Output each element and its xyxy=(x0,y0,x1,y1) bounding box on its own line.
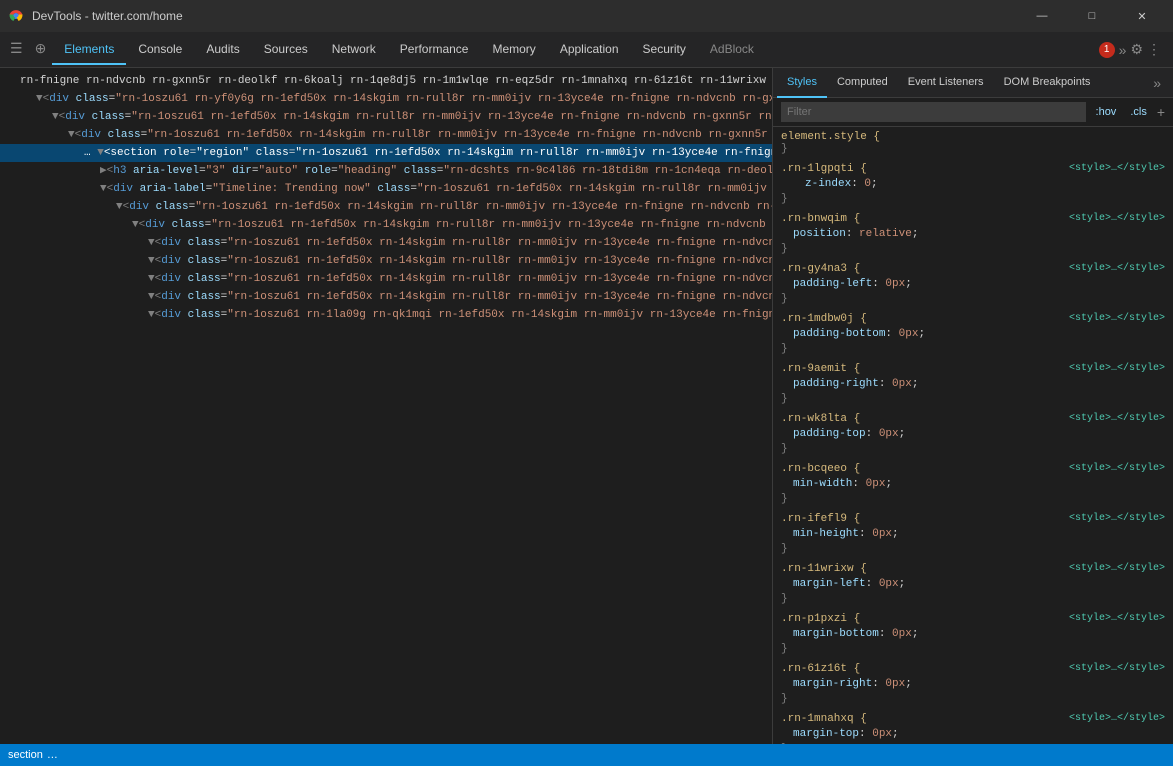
css-rule: .rn-1mnahxq { <style>…</style> margin-to… xyxy=(781,713,1165,744)
dom-line[interactable]: ▼<div class="rn-1oszu61 rn-1efd50x rn-14… xyxy=(0,288,772,306)
devtools-tab-bar: ☰ ⊕ Elements Console Audits Sources Netw… xyxy=(0,32,1173,68)
filter-plus-button[interactable]: + xyxy=(1157,104,1165,120)
tab-security[interactable]: Security xyxy=(631,35,698,65)
styles-content[interactable]: element.style { } .rn-1lgpqti { <style>…… xyxy=(773,127,1173,744)
dom-line[interactable]: ▼<div class="rn-1oszu61 rn-yf0y6g rn-1ef… xyxy=(0,90,772,108)
more-styles-tabs[interactable]: » xyxy=(1145,75,1169,91)
css-rule: .rn-61z16t { <style>…</style> margin-rig… xyxy=(781,663,1165,705)
tab-sources[interactable]: Sources xyxy=(252,35,320,65)
filter-cls-button[interactable]: .cls xyxy=(1126,104,1151,120)
tab-mobile-toggle[interactable]: ☰ xyxy=(4,35,29,65)
window-controls: — □ ✕ xyxy=(1019,0,1165,32)
css-rule: .rn-bnwqim { <style>…</style> position: … xyxy=(781,213,1165,255)
maximize-button[interactable]: □ xyxy=(1069,0,1115,32)
css-rule-element-style: element.style { } xyxy=(781,131,1165,155)
css-rule: .rn-ifefl9 { <style>…</style> min-height… xyxy=(781,513,1165,555)
styles-panel: Styles Computed Event Listeners DOM Brea… xyxy=(773,68,1173,744)
css-rule: .rn-1mdbw0j { <style>…</style> padding-b… xyxy=(781,313,1165,355)
dom-line[interactable]: ▼<div class="rn-1oszu61 rn-1efd50x rn-14… xyxy=(0,198,772,216)
status-bar: section … xyxy=(0,744,1173,766)
filter-bar: :hov .cls + xyxy=(773,98,1173,127)
title-bar: DevTools - twitter.com/home — □ ✕ xyxy=(0,0,1173,32)
dom-line[interactable]: rn-fnigne rn-ndvcnb rn-gxnn5r rn-deolkf … xyxy=(0,72,772,90)
dom-line[interactable]: ▼<div class="rn-1oszu61 rn-1efd50x rn-14… xyxy=(0,252,772,270)
window-title: DevTools - twitter.com/home xyxy=(32,9,183,23)
tab-inspect[interactable]: ⊕ xyxy=(29,35,53,65)
settings-icon[interactable]: ⚙ xyxy=(1130,41,1143,58)
tab-console[interactable]: Console xyxy=(126,35,194,65)
tab-event-listeners[interactable]: Event Listeners xyxy=(898,68,994,98)
css-rule: .rn-bcqeeo { <style>…</style> min-width:… xyxy=(781,463,1165,505)
tab-network[interactable]: Network xyxy=(320,35,388,65)
css-rule: .rn-9aemit { <style>…</style> padding-ri… xyxy=(781,363,1165,405)
css-rule: .rn-1lgpqti { <style>…</style> z-index: … xyxy=(781,163,1165,205)
css-rule: .rn-11wrixw { <style>…</style> margin-le… xyxy=(781,563,1165,605)
minimize-button[interactable]: — xyxy=(1019,0,1065,32)
tab-dom-breakpoints[interactable]: DOM Breakpoints xyxy=(994,68,1101,98)
dom-line[interactable]: ▼<div class="rn-1oszu61 rn-1efd50x rn-14… xyxy=(0,216,772,234)
status-breadcrumb-ellipsis: … xyxy=(47,749,58,761)
status-breadcrumb-section[interactable]: section xyxy=(8,749,43,761)
close-button[interactable]: ✕ xyxy=(1119,0,1165,32)
tab-elements[interactable]: Elements xyxy=(52,35,126,65)
dom-line-selected[interactable]: … ▼<section role="region" class="rn-1osz… xyxy=(0,144,772,162)
tab-application[interactable]: Application xyxy=(548,35,631,65)
tab-audits[interactable]: Audits xyxy=(194,35,251,65)
filter-hov-button[interactable]: :hov xyxy=(1092,104,1121,120)
css-rule: .rn-p1pxzi { <style>…</style> margin-bot… xyxy=(781,613,1165,655)
tab-memory[interactable]: Memory xyxy=(480,35,547,65)
more-options-icon[interactable]: ⋮ xyxy=(1147,41,1161,58)
status-bar-items: section … xyxy=(8,749,58,761)
dom-line[interactable]: ▼<div aria-label="Timeline: Trending now… xyxy=(0,180,772,198)
dom-line[interactable]: ▼<div class="rn-1oszu61 rn-1efd50x rn-14… xyxy=(0,108,772,126)
dom-line[interactable]: ▼<div class="rn-1oszu61 rn-1efd50x rn-14… xyxy=(0,234,772,252)
dom-line[interactable]: ▼<div class="rn-1oszu61 rn-1la09g rn-qk1… xyxy=(0,306,772,324)
css-rule: .rn-gy4na3 { <style>…</style> padding-le… xyxy=(781,263,1165,305)
title-bar-left: DevTools - twitter.com/home xyxy=(8,8,183,24)
dom-line[interactable]: ▼<div class="rn-1oszu61 rn-1efd50x rn-14… xyxy=(0,270,772,288)
tab-performance[interactable]: Performance xyxy=(388,35,481,65)
main-content: rn-fnigne rn-ndvcnb rn-gxnn5r rn-deolkf … xyxy=(0,68,1173,744)
error-badge: 1 xyxy=(1099,42,1115,58)
css-rule: .rn-wk8lta { <style>…</style> padding-to… xyxy=(781,413,1165,455)
more-tabs-icon[interactable]: » xyxy=(1119,42,1127,58)
dom-panel[interactable]: rn-fnigne rn-ndvcnb rn-gxnn5r rn-deolkf … xyxy=(0,68,773,744)
tab-styles[interactable]: Styles xyxy=(777,68,827,98)
tab-computed[interactable]: Computed xyxy=(827,68,898,98)
chrome-icon xyxy=(8,8,24,24)
dom-line[interactable]: ▶<h3 aria-level="3" dir="auto" role="hea… xyxy=(0,162,772,180)
tab-adblock[interactable]: AdBlock xyxy=(698,35,766,65)
styles-tabs: Styles Computed Event Listeners DOM Brea… xyxy=(773,68,1173,98)
dom-line[interactable]: ▼<div class="rn-1oszu61 rn-1efd50x rn-14… xyxy=(0,126,772,144)
filter-input[interactable] xyxy=(781,102,1086,122)
